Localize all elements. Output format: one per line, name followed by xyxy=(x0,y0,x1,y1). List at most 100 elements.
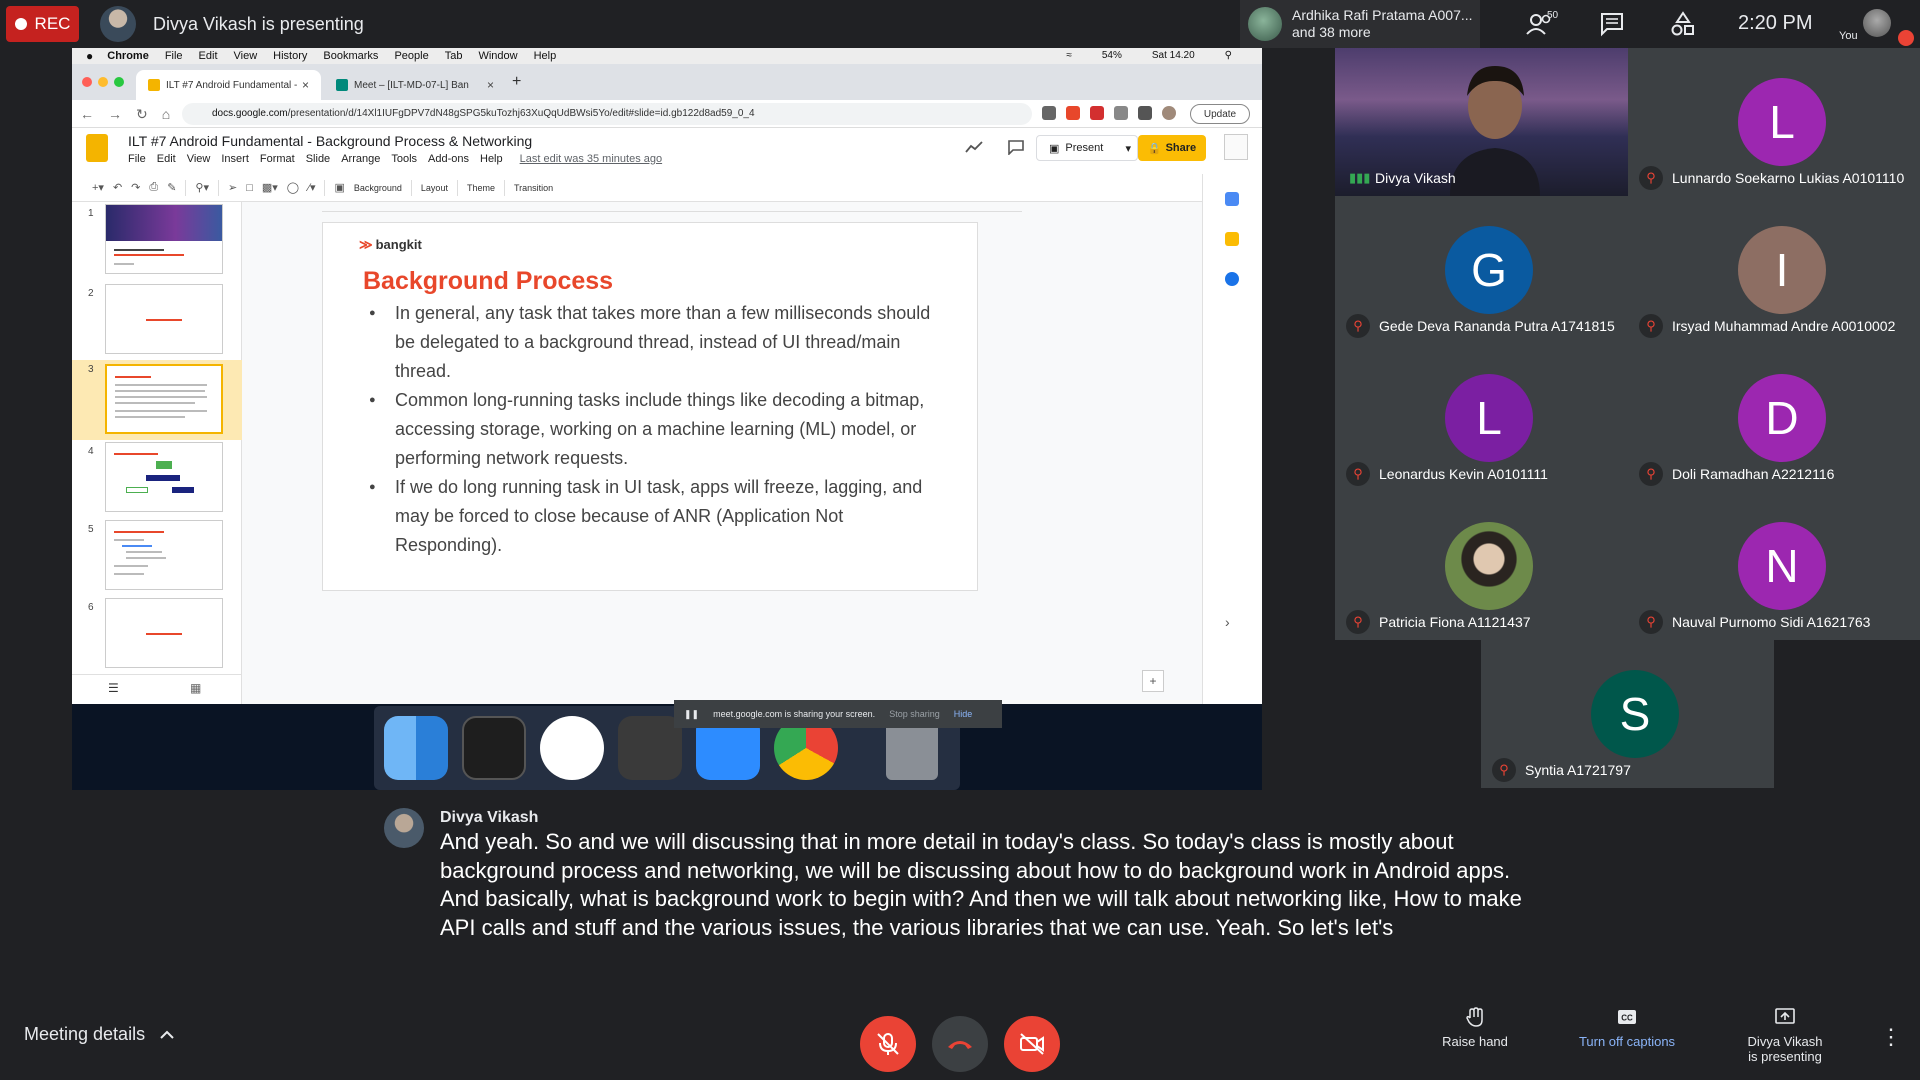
undo-icon: ↶ xyxy=(112,182,123,194)
participant-name: Divya Vikash xyxy=(1375,170,1456,186)
mic-off-icon: ⚲ xyxy=(1492,758,1516,782)
more-options-icon[interactable]: ⋮ xyxy=(1880,1024,1902,1050)
svg-text:CC: CC xyxy=(1621,1014,1633,1023)
present-button: ▣ Present ▾ xyxy=(1036,135,1138,161)
image-icon: ▩▾ xyxy=(261,182,278,194)
doc-title: ILT #7 Android Fundamental - Background … xyxy=(128,133,533,149)
rec-label: REC xyxy=(34,14,71,33)
activity-trend-icon xyxy=(965,141,983,153)
line-icon: ∕▾ xyxy=(308,182,316,194)
present-label: Present xyxy=(1065,142,1104,154)
participant-pill[interactable]: Ardhika Rafi Pratama A007... and 38 more xyxy=(1240,0,1480,48)
meet-bottom-bar: Meeting details Raise hand CC Turn off c… xyxy=(0,990,1920,1080)
participant-name: Irsyad Muhammad Andre A0010002 xyxy=(1672,318,1896,334)
puzzle-icon xyxy=(1138,106,1152,120)
leave-call-button[interactable] xyxy=(932,1016,988,1072)
participant-tile[interactable]: ⚲ Patricia Fiona A1121437 xyxy=(1335,492,1628,640)
participant-name: Patricia Fiona A1121437 xyxy=(1379,614,1531,630)
close-window-icon xyxy=(82,77,92,87)
mac-menubar: ● Chrome File Edit View History Bookmark… xyxy=(72,48,1262,64)
toolbar-transition: Transition xyxy=(513,182,554,193)
captions-toggle-button[interactable]: CC Turn off captions xyxy=(1557,1006,1697,1049)
slides-header: ILT #7 Android Fundamental - Background … xyxy=(72,128,1262,174)
captions-label: Turn off captions xyxy=(1578,1034,1676,1049)
participant-avatar: G xyxy=(1445,226,1533,314)
bangkit-logo-text: bangkit xyxy=(375,237,422,252)
url-field: docs.google.com/presentation/d/14Xl1IUFg… xyxy=(182,103,1032,125)
meet-favicon-icon xyxy=(336,79,348,91)
participant-tile[interactable]: S ⚲ Syntia A1721797 xyxy=(1481,640,1774,788)
participant-avatar: L xyxy=(1445,374,1533,462)
meet-top-bar: REC Divya Vikash is presenting Ardhika R… xyxy=(0,0,1920,48)
mac-menu-app: Chrome xyxy=(107,50,149,62)
participant-pill-line2: and 38 more xyxy=(1292,24,1371,40)
reload-icon: ↻ xyxy=(136,106,148,122)
new-slide-icon: +▾ xyxy=(92,182,104,194)
extension-icon xyxy=(1114,106,1128,120)
slide-editor: ≫bangkit Background Process In general, … xyxy=(242,202,1202,728)
text-box-icon: □ xyxy=(246,181,253,194)
participant-avatar: S xyxy=(1591,670,1679,758)
participant-tile[interactable]: D ⚲ Doli Ramadhan A2212116 xyxy=(1628,344,1920,492)
participant-video-feed xyxy=(1450,66,1540,196)
raise-hand-button[interactable]: Raise hand xyxy=(1405,1006,1545,1049)
screen-share-notice: ❚❚ meet.google.com is sharing your scree… xyxy=(674,700,1002,728)
participant-name: Lunnardo Soekarno Lukias A0101110 xyxy=(1672,170,1905,186)
record-dot-icon xyxy=(14,18,27,30)
participant-tile[interactable]: I ⚲ Irsyad Muhammad Andre A0010002 xyxy=(1628,196,1920,344)
participant-name: Gede Deva Rananda Putra A1741815 xyxy=(1379,318,1615,334)
hang-up-icon xyxy=(948,1041,972,1049)
presenter-avatar xyxy=(100,6,136,42)
minimize-window-icon xyxy=(98,77,108,87)
nav-buttons: ← → ↻ ⌂ xyxy=(80,106,170,123)
participant-pill-avatar xyxy=(1248,7,1282,41)
slides-menu-item: View xyxy=(186,153,211,165)
participant-tile[interactable]: G ⚲ Gede Deva Rananda Putra A1741815 xyxy=(1335,196,1628,344)
toolbar-divider xyxy=(503,179,505,196)
sublime-text-icon xyxy=(618,716,682,780)
self-avatar[interactable] xyxy=(1863,9,1891,37)
participant-avatar: N xyxy=(1738,522,1826,610)
forward-icon: → xyxy=(108,106,122,122)
slide-bullet: If we do long running task in UI task, a… xyxy=(363,473,943,560)
toolbar-divider xyxy=(456,179,458,196)
mic-off-icon: ⚲ xyxy=(1346,462,1370,486)
shape-icon: ◯ xyxy=(286,182,300,194)
chat-icon[interactable] xyxy=(1597,10,1627,38)
presenting-info-button[interactable]: Divya Vikash is presenting xyxy=(1715,1006,1855,1064)
adblock-icon xyxy=(1090,106,1104,120)
mac-status-area: ≈ 54% Sat 14.20 ⚲ xyxy=(1066,50,1248,61)
filmstrip-view-toggle: ☰ ▦ xyxy=(72,674,242,704)
side-panel: › xyxy=(1202,174,1262,704)
slide-thumbnail xyxy=(105,204,223,274)
slide-number: 1 xyxy=(88,208,94,219)
zoom-icon: ⚲▾ xyxy=(195,182,209,194)
mic-off-icon xyxy=(877,1033,899,1055)
participant-tile[interactable]: L ⚲ Lunnardo Soekarno Lukias A0101110 xyxy=(1628,48,1920,196)
mac-datetime: Sat 14.20 xyxy=(1151,50,1195,61)
redo-icon: ↷ xyxy=(131,182,141,194)
camera-toggle-button[interactable] xyxy=(1004,1016,1060,1072)
activities-icon[interactable] xyxy=(1668,10,1698,38)
horizontal-ruler xyxy=(322,204,1022,212)
participant-photo xyxy=(1445,522,1533,610)
finder-icon xyxy=(384,716,448,780)
extensions-row xyxy=(1042,106,1176,120)
slide-number: 4 xyxy=(88,446,94,457)
presenting-line1: Divya Vikash xyxy=(1747,1034,1823,1049)
microphone-toggle-button[interactable] xyxy=(860,1016,916,1072)
bangkit-logo: ≫ bangkit xyxy=(359,237,422,253)
bangkit-mark-icon: ≫ xyxy=(359,237,373,252)
mac-menu-item: File xyxy=(164,50,183,62)
participant-avatar: I xyxy=(1738,226,1826,314)
browser-tab-slides: ILT #7 Android Fundamental - × xyxy=(136,70,321,100)
participant-tile[interactable]: L ⚲ Leonardus Kevin A0101111 xyxy=(1335,344,1628,492)
participant-tile-video[interactable]: ▮▮▮ Divya Vikash xyxy=(1335,48,1628,196)
filmstrip-slide: 4 xyxy=(72,442,242,516)
slides-menu-item: File xyxy=(128,153,146,165)
self-label: You xyxy=(1839,30,1858,42)
participant-tile[interactable]: N ⚲ Nauval Purnomo Sidi A1621763 xyxy=(1628,492,1920,640)
new-tab-icon: + xyxy=(512,73,522,90)
meeting-details-button[interactable]: Meeting details xyxy=(24,1024,175,1045)
mac-menu-item: Help xyxy=(533,50,557,62)
